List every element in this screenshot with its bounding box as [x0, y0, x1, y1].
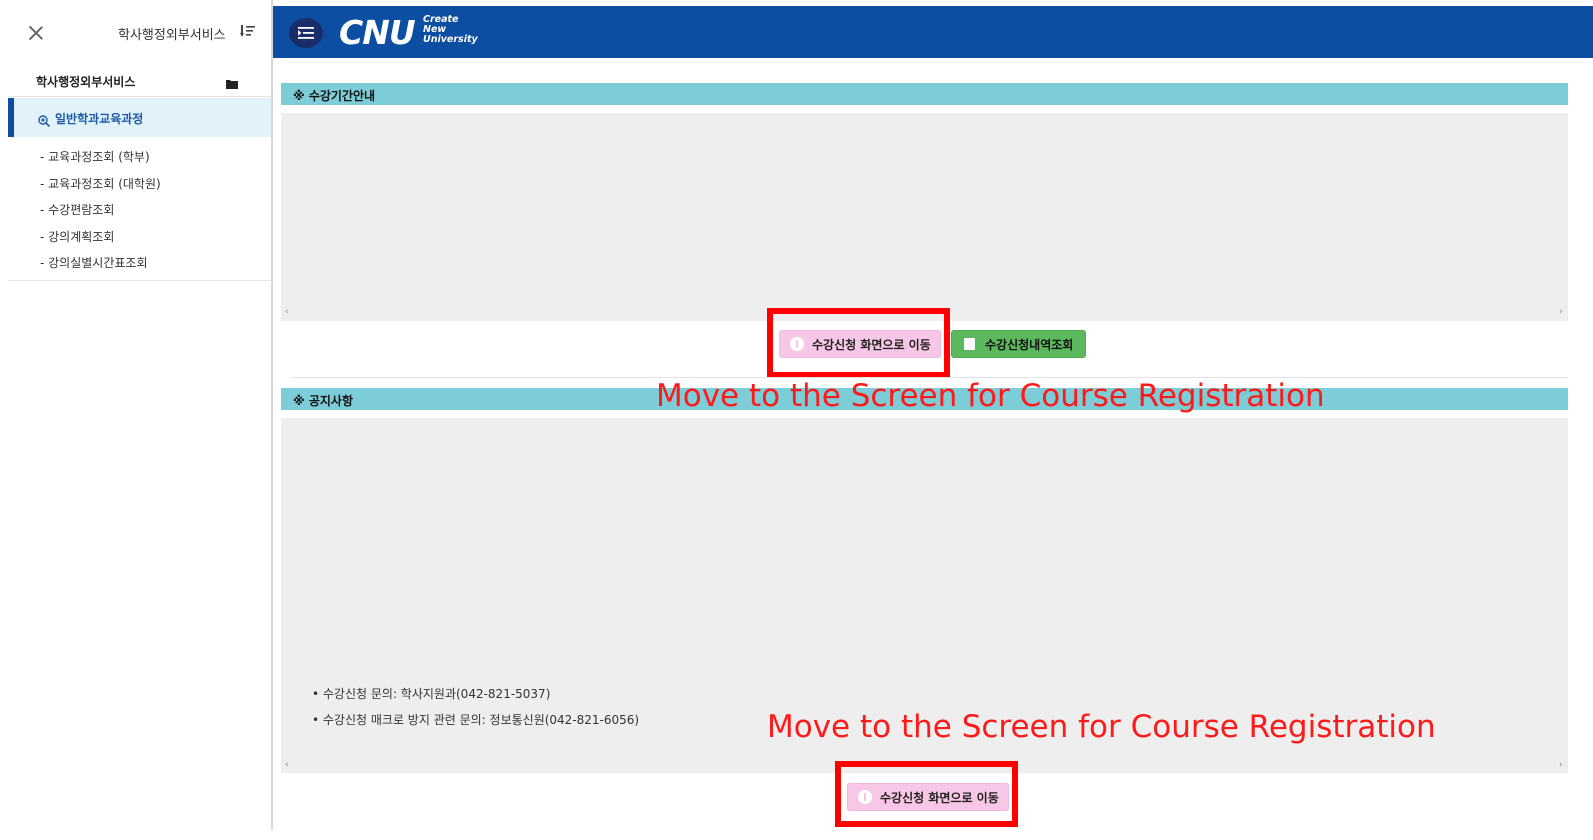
- scroll-left-icon[interactable]: ‹: [285, 307, 289, 317]
- sidebar-section-label: 학사행정외부서비스: [36, 75, 136, 89]
- annotation-caption-2: Move to the Screen for Course Registrati…: [767, 709, 1436, 745]
- highlight-box-1: [767, 308, 950, 378]
- sidebar-subitem-syllabus[interactable]: - 강의계획조회: [40, 228, 114, 245]
- clipped-notice-line: [312, 664, 542, 670]
- scroll-left-icon[interactable]: ‹: [285, 760, 289, 770]
- sidebar: 학사행정외부서비스 학사행정외부서비스 일반학과교육과정 - 교육과정조회 (학…: [0, 0, 271, 830]
- sort-icon[interactable]: [240, 24, 256, 38]
- sidebar-item-general-curriculum[interactable]: 일반학과교육과정: [8, 98, 271, 137]
- section-bar-registration-period: ※ 수강기간안내: [281, 83, 1568, 105]
- zoom-in-icon: [38, 112, 51, 128]
- sidebar-subitem-room-timetable[interactable]: - 강의실별시간표조회: [40, 254, 148, 271]
- logo-tagline: Create New University: [423, 14, 478, 45]
- registration-period-panel[interactable]: ‹ ›: [281, 113, 1568, 321]
- folder-icon: [226, 74, 238, 89]
- highlight-box-2: [835, 761, 1018, 827]
- active-indicator: [8, 98, 14, 137]
- top-header: CNU Create New University: [273, 6, 1593, 58]
- sidebar-subitem-course-catalog[interactable]: - 수강편람조회: [40, 201, 114, 218]
- notice-item: • 수강신청 문의: 학사지원과(042-821-5037): [312, 687, 551, 701]
- close-icon[interactable]: [28, 25, 44, 41]
- sidebar-header: 학사행정외부서비스: [0, 0, 271, 58]
- menu-icon: [298, 27, 314, 39]
- sidebar-section[interactable]: 학사행정외부서비스: [8, 62, 271, 97]
- registration-history-button-label: 수강신청내역조회: [985, 337, 1074, 352]
- sidebar-subitem-curriculum-grad[interactable]: - 교육과정조회 (대학원): [40, 175, 161, 192]
- scroll-right-icon[interactable]: ›: [1559, 760, 1563, 770]
- sidebar-subitem-curriculum-undergrad[interactable]: - 교육과정조회 (학부): [40, 148, 150, 165]
- section-title-notices: ※ 공지사항: [293, 394, 354, 408]
- sidebar-divider: [271, 0, 273, 830]
- annotation-caption-1: Move to the Screen for Course Registrati…: [656, 378, 1325, 414]
- sidebar-title: 학사행정외부서비스: [118, 28, 226, 43]
- logo-text: CNU: [339, 13, 416, 52]
- notice-item: • 수강신청 매크로 방지 관련 문의: 정보통신원(042-821-6056): [312, 713, 640, 727]
- book-icon: [964, 338, 975, 350]
- sidebar-active-label: 일반학과교육과정: [55, 112, 144, 126]
- sidebar-submenu: - 교육과정조회 (학부) - 교육과정조회 (대학원) - 수강편람조회 - …: [8, 140, 271, 281]
- scroll-right-icon[interactable]: ›: [1559, 307, 1563, 317]
- section-title-registration-period: ※ 수강기간안내: [293, 89, 376, 103]
- menu-toggle-button[interactable]: [289, 18, 323, 48]
- registration-history-button[interactable]: 수강신청내역조회: [951, 330, 1086, 358]
